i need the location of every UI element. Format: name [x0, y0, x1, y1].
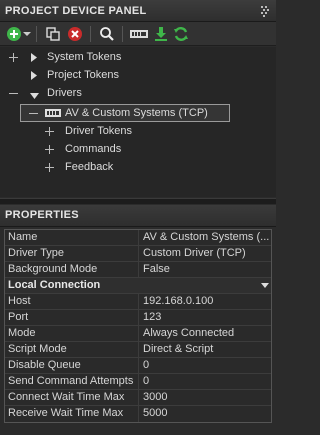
panel-title: PROJECT DEVICE PANEL: [5, 5, 147, 17]
tree-item-drivers[interactable]: Drivers: [47, 84, 82, 102]
refresh-icon[interactable]: [172, 25, 190, 43]
toolbar-separator: [122, 26, 123, 42]
tree-item-system-tokens[interactable]: System Tokens: [47, 48, 121, 66]
chevron-down-icon[interactable]: [30, 90, 39, 99]
property-value[interactable]: 3000: [139, 390, 271, 405]
property-row[interactable]: Name AV & Custom Systems (...: [5, 230, 271, 246]
tree-item-driver-tokens[interactable]: Driver Tokens: [65, 122, 132, 140]
add-icon[interactable]: [5, 25, 23, 43]
property-key: Name: [5, 230, 139, 245]
expand-plus-icon[interactable]: [9, 53, 18, 62]
device-icon: [45, 108, 61, 118]
toolbar-separator: [36, 26, 37, 42]
expand-plus-icon[interactable]: [45, 163, 54, 172]
property-key: Script Mode: [5, 342, 139, 357]
property-value[interactable]: AV & Custom Systems (...: [139, 230, 271, 245]
property-value[interactable]: 5000: [139, 406, 271, 422]
property-key: Host: [5, 294, 139, 309]
toolbar: [0, 22, 276, 46]
tree-item-project-tokens[interactable]: Project Tokens: [47, 66, 119, 84]
delete-icon[interactable]: [66, 25, 84, 43]
property-key: Background Mode: [5, 262, 139, 277]
toolbar-separator: [90, 26, 91, 42]
chevron-down-icon[interactable]: [259, 278, 271, 293]
property-key: Connect Wait Time Max: [5, 390, 139, 405]
property-key: Driver Type: [5, 246, 139, 261]
property-value[interactable]: 0: [139, 358, 271, 373]
property-row[interactable]: Host 192.168.0.100: [5, 294, 271, 310]
tree-item-feedback[interactable]: Feedback: [65, 158, 113, 176]
property-value[interactable]: 123: [139, 310, 271, 325]
property-row[interactable]: Driver Type Custom Driver (TCP): [5, 246, 271, 262]
pin-icon[interactable]: [260, 5, 270, 17]
property-row[interactable]: Receive Wait Time Max 5000: [5, 406, 271, 422]
properties-title: PROPERTIES: [5, 209, 79, 221]
property-key: Send Command Attempts: [5, 374, 139, 389]
property-value[interactable]: Always Connected: [139, 326, 271, 341]
property-row[interactable]: Port 123: [5, 310, 271, 326]
copy-icon[interactable]: [44, 25, 62, 43]
property-value[interactable]: 0: [139, 374, 271, 389]
collapse-minus-icon[interactable]: [29, 109, 38, 118]
property-value[interactable]: Direct & Script: [139, 342, 271, 357]
device-tree: System Tokens Project Tokens Drivers AV …: [0, 47, 276, 197]
property-row[interactable]: Send Command Attempts 0: [5, 374, 271, 390]
panel-splitter[interactable]: [0, 198, 276, 204]
property-key: Mode: [5, 326, 139, 341]
property-key: Port: [5, 310, 139, 325]
expand-plus-icon[interactable]: [45, 127, 54, 136]
chevron-right-icon[interactable]: [31, 53, 37, 62]
property-value[interactable]: False: [139, 262, 271, 277]
collapse-minus-icon[interactable]: [9, 89, 18, 98]
tree-item-commands[interactable]: Commands: [65, 140, 121, 158]
project-device-panel-header: PROJECT DEVICE PANEL: [0, 0, 276, 22]
dropdown-arrow-icon[interactable]: [22, 25, 32, 43]
property-row[interactable]: Background Mode False: [5, 262, 271, 278]
tree-item-device[interactable]: AV & Custom Systems (TCP): [65, 104, 208, 122]
property-row[interactable]: Connect Wait Time Max 3000: [5, 390, 271, 406]
chevron-right-icon[interactable]: [31, 71, 37, 80]
section-row-local-connection[interactable]: Local Connection: [5, 278, 271, 294]
expand-plus-icon[interactable]: [45, 145, 54, 154]
property-key: Receive Wait Time Max: [5, 406, 139, 422]
device-icon[interactable]: [128, 25, 150, 43]
property-grid: Name AV & Custom Systems (... Driver Typ…: [4, 229, 272, 423]
property-row[interactable]: Script Mode Direct & Script: [5, 342, 271, 358]
property-value[interactable]: Custom Driver (TCP): [139, 246, 271, 261]
section-label: Local Connection: [8, 279, 101, 291]
download-icon[interactable]: [152, 25, 170, 43]
search-icon[interactable]: [98, 25, 116, 43]
property-key: Disable Queue: [5, 358, 139, 373]
property-value[interactable]: 192.168.0.100: [139, 294, 271, 309]
properties-header: PROPERTIES: [0, 205, 276, 227]
property-row[interactable]: Disable Queue 0: [5, 358, 271, 374]
property-row[interactable]: Mode Always Connected: [5, 326, 271, 342]
